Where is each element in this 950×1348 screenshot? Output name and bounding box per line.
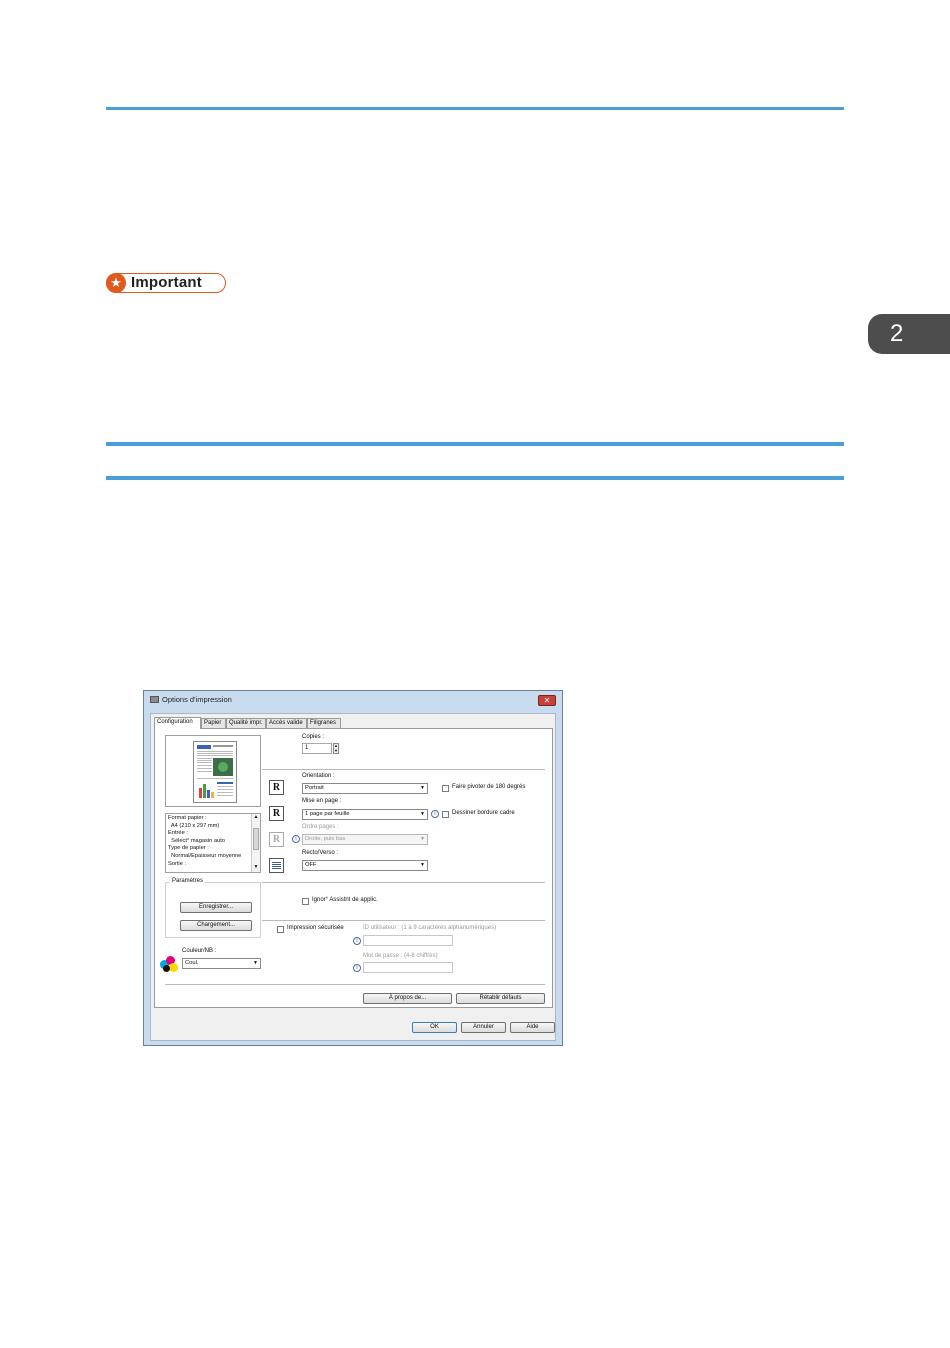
list-item: Type de papier :: [168, 845, 209, 852]
tab-acces-valide[interactable]: Accès valide: [266, 718, 307, 728]
page-order-label: Ordre pages :: [302, 824, 339, 830]
list-item: Format papier :: [168, 815, 207, 821]
document-preview-icon: [197, 745, 233, 798]
duplex-value: OFF: [305, 862, 317, 868]
chevron-down-icon: ▼: [420, 785, 425, 791]
list-scrollbar[interactable]: ▲ ▼: [251, 814, 260, 872]
section-rule-top: [106, 442, 844, 446]
layout-value: 1 page par feuille: [305, 811, 350, 817]
orientation-label: Orientation :: [302, 773, 335, 779]
list-item: Sortie :: [168, 860, 187, 867]
divider: [262, 920, 545, 921]
ignore-app-label: Ignor° Assistnt de applic.: [312, 897, 378, 903]
page-order-icon: R: [269, 832, 284, 847]
header-rule: [106, 107, 844, 110]
chevron-down-icon: ▼: [420, 836, 425, 842]
important-label: Important: [131, 274, 202, 291]
color-mode-value: Coul.: [185, 960, 199, 966]
user-id-label: ID utilisateur : (1 à 9 caractères alpha…: [363, 925, 497, 931]
restore-defaults-button[interactable]: Rétablir défauts: [456, 993, 545, 1004]
tab-papier[interactable]: Papier: [201, 718, 226, 728]
secure-print-label: Impression sécurisée: [287, 925, 344, 931]
duplex-label: Recto/Verso :: [302, 850, 339, 856]
load-button[interactable]: Chargement...: [180, 920, 252, 931]
chevron-down-icon: ▼: [420, 862, 425, 868]
title-bar: Options d'impression ✕: [144, 691, 562, 709]
divider: [262, 882, 545, 883]
page-order-select[interactable]: Droite, puis bas ▼: [302, 834, 428, 845]
list-item: Normal/Épaisseur moyenne: [168, 852, 242, 859]
rotate-label: Faire pivoter de 180 degrés: [452, 784, 526, 790]
ignore-app-checkbox[interactable]: [302, 898, 309, 905]
ok-button[interactable]: OK: [412, 1022, 457, 1033]
settings-group: Paramètres Enregistrer... Chargement...: [165, 878, 261, 938]
draw-border-label: Dessiner bordure cadre: [452, 810, 515, 816]
chevron-down-icon: ▼: [253, 960, 258, 966]
section-rule-bottom: [106, 476, 844, 480]
page-thumbnail: [193, 741, 237, 803]
settings-group-legend: Paramètres: [170, 878, 206, 884]
color-mode-icon: [160, 956, 178, 974]
layout-select[interactable]: 1 page par feuille ▼: [302, 809, 428, 820]
layout-icon: R: [269, 806, 284, 821]
duplex-select[interactable]: OFF ▼: [302, 860, 428, 871]
info-icon: i: [292, 835, 300, 843]
help-button[interactable]: Aide: [510, 1022, 555, 1033]
copies-value: 1: [305, 745, 309, 751]
orientation-value: Portrait: [305, 785, 324, 791]
tab-configuration[interactable]: Configuration: [154, 717, 201, 729]
chapter-tab: 2: [868, 314, 950, 354]
color-mode-label: Couleur/NB :: [182, 948, 217, 954]
list-item: A4 (210 x 297 mm): [168, 822, 220, 829]
scroll-down-icon[interactable]: ▼: [252, 864, 260, 872]
duplex-pages-icon: [271, 860, 282, 871]
list-item: Entrée :: [168, 830, 188, 837]
info-icon: i: [431, 810, 439, 818]
save-button[interactable]: Enregistrer...: [180, 902, 252, 913]
about-button[interactable]: À propos de...: [363, 993, 452, 1004]
chevron-down-icon: ▼: [420, 811, 425, 817]
password-label: Mot de passe : (4-8 chiffres): [363, 953, 438, 959]
star-icon: ★: [106, 273, 126, 293]
draw-border-checkbox[interactable]: [442, 811, 449, 818]
divider: [262, 769, 545, 770]
password-input[interactable]: [363, 962, 453, 973]
important-badge: ★ Important: [106, 273, 226, 293]
dialog-client: Configuration Papier Qualité impr. Accès…: [150, 713, 556, 1041]
settings-summary-list[interactable]: Format papier : A4 (210 x 297 mm) Entrée…: [165, 813, 261, 873]
divider: [165, 984, 545, 985]
copies-input[interactable]: 1: [302, 743, 332, 754]
color-mode-select[interactable]: Coul. ▼: [182, 958, 261, 969]
page-order-value: Droite, puis bas: [305, 836, 346, 842]
copies-label: Copies :: [302, 734, 325, 740]
layout-label: Mise en page :: [302, 798, 342, 804]
orientation-icon: R: [269, 780, 284, 795]
tab-filigranes[interactable]: Filigranes: [307, 718, 341, 728]
secure-print-checkbox[interactable]: [277, 926, 284, 933]
list-item: Sélect° magasin auto: [168, 837, 225, 844]
dialog-title: Options d'impression: [162, 695, 232, 704]
page-preview: [165, 735, 261, 807]
duplex-icon: [269, 858, 284, 873]
configuration-panel: Format papier : A4 (210 x 297 mm) Entrée…: [154, 728, 553, 1008]
rotate-checkbox[interactable]: [442, 785, 449, 792]
copies-stepper[interactable]: ▲ ▼: [333, 743, 339, 754]
close-button[interactable]: ✕: [538, 695, 556, 706]
user-id-input[interactable]: [363, 935, 453, 946]
printer-icon: [150, 696, 159, 703]
scroll-up-icon[interactable]: ▲: [252, 814, 260, 822]
cancel-button[interactable]: Annuler: [461, 1022, 506, 1033]
tab-qualite[interactable]: Qualité impr.: [226, 718, 266, 728]
orientation-select[interactable]: Portrait ▼: [302, 783, 428, 794]
scroll-thumb[interactable]: [253, 828, 259, 850]
info-icon: i: [353, 937, 361, 945]
print-options-dialog: Options d'impression ✕ Configuration Pap…: [143, 690, 563, 1046]
info-icon: i: [353, 964, 361, 972]
